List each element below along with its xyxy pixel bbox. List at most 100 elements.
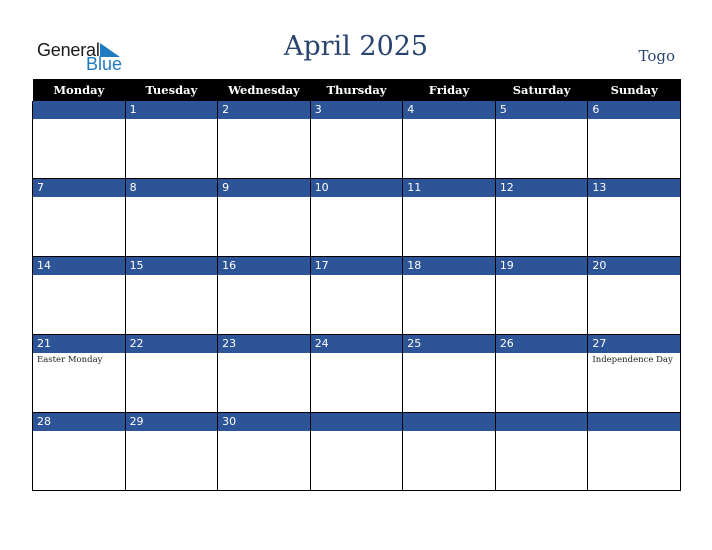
day-cell[interactable]: 8 bbox=[124, 178, 219, 257]
weekday-header: Wednesday bbox=[217, 79, 311, 101]
day-number: 10 bbox=[310, 179, 403, 197]
calendar-grid: Monday Tuesday Wednesday Thursday Friday… bbox=[32, 79, 681, 491]
day-number: 23 bbox=[218, 335, 310, 353]
holiday-label bbox=[496, 119, 588, 121]
day-cell[interactable]: 6 bbox=[587, 101, 681, 179]
calendar-title: April 2025 bbox=[283, 31, 429, 62]
day-number: 3 bbox=[310, 101, 403, 119]
day-number: 9 bbox=[218, 179, 310, 197]
holiday-label: Independence Day bbox=[592, 355, 673, 365]
day-cell[interactable]: 12 bbox=[494, 178, 589, 257]
day-number: 5 bbox=[495, 101, 588, 119]
holiday-label bbox=[588, 431, 680, 433]
day-number: 27 bbox=[588, 335, 680, 353]
weekday-header: Thursday bbox=[310, 79, 403, 101]
day-cell[interactable]: 19 bbox=[494, 256, 589, 335]
day-cell[interactable]: 27 Independence Day bbox=[587, 334, 681, 413]
day-cell[interactable]: 11 bbox=[402, 178, 496, 257]
day-cell[interactable]: 5 bbox=[494, 101, 589, 179]
day-cell[interactable]: 29 bbox=[124, 412, 219, 491]
day-number: 18 bbox=[403, 257, 495, 275]
day-cell[interactable]: 9 bbox=[217, 178, 311, 257]
holiday-label bbox=[126, 353, 218, 355]
day-number: 25 bbox=[403, 335, 495, 353]
week-row: 21 Easter Monday 22 23 24 25 26 27 Independence … bbox=[32, 334, 681, 413]
day-number: 24 bbox=[310, 335, 403, 353]
day-number: 11 bbox=[403, 179, 495, 197]
day-number: 1 bbox=[125, 101, 218, 119]
holiday-label bbox=[311, 119, 403, 121]
day-cell[interactable]: 26 bbox=[494, 334, 589, 413]
day-number: 8 bbox=[125, 179, 218, 197]
day-cell[interactable]: 25 bbox=[402, 334, 496, 413]
holiday-label bbox=[588, 275, 680, 277]
day-cell[interactable] bbox=[494, 412, 589, 491]
day-cell[interactable]: 24 bbox=[309, 334, 404, 413]
day-number: 30 bbox=[218, 413, 310, 431]
day-number: 19 bbox=[495, 257, 588, 275]
day-number: 15 bbox=[125, 257, 218, 275]
day-number: 7 bbox=[33, 179, 125, 197]
holiday-label bbox=[588, 197, 680, 199]
day-number bbox=[588, 413, 680, 431]
day-number: 17 bbox=[310, 257, 403, 275]
day-cell[interactable] bbox=[309, 412, 404, 491]
holiday-label bbox=[218, 119, 310, 121]
day-number bbox=[310, 413, 403, 431]
day-cell[interactable]: 28 bbox=[32, 412, 126, 491]
day-cell[interactable]: 10 bbox=[309, 178, 404, 257]
day-number: 6 bbox=[588, 101, 680, 119]
holiday-label bbox=[126, 119, 218, 121]
day-number: 4 bbox=[403, 101, 495, 119]
day-number: 26 bbox=[495, 335, 588, 353]
day-cell[interactable]: 3 bbox=[309, 101, 404, 179]
day-cell[interactable]: 4 bbox=[402, 101, 496, 179]
holiday-label bbox=[218, 353, 310, 355]
day-number: 28 bbox=[33, 413, 125, 431]
day-cell[interactable] bbox=[402, 412, 496, 491]
holiday-label bbox=[126, 275, 218, 277]
day-cell[interactable]: 30 bbox=[217, 412, 311, 491]
day-number: 21 bbox=[33, 335, 125, 353]
holiday-label bbox=[33, 197, 125, 199]
day-cell[interactable]: 20 bbox=[587, 256, 681, 335]
holiday-label bbox=[588, 119, 680, 121]
day-number: 2 bbox=[218, 101, 310, 119]
day-number: 22 bbox=[125, 335, 218, 353]
weekday-header: Saturday bbox=[495, 79, 588, 101]
holiday-label bbox=[218, 275, 310, 277]
holiday-label bbox=[311, 197, 403, 199]
day-cell[interactable]: 15 bbox=[124, 256, 219, 335]
holiday-label bbox=[496, 353, 588, 355]
day-cell[interactable]: 18 bbox=[402, 256, 496, 335]
holiday-label bbox=[126, 197, 218, 199]
day-cell[interactable]: 23 bbox=[217, 334, 311, 413]
holiday-label bbox=[403, 431, 495, 433]
day-cell[interactable] bbox=[32, 101, 126, 179]
day-cell[interactable]: 2 bbox=[217, 101, 311, 179]
day-cell[interactable]: 21 Easter Monday bbox=[32, 334, 126, 413]
day-cell[interactable]: 13 bbox=[587, 178, 681, 257]
day-number bbox=[33, 101, 125, 119]
holiday-label bbox=[311, 431, 403, 433]
holiday-label bbox=[33, 275, 125, 277]
day-cell[interactable]: 7 bbox=[32, 178, 126, 257]
holiday-label bbox=[403, 353, 495, 355]
day-cell[interactable]: 16 bbox=[217, 256, 311, 335]
weekday-header-row: Monday Tuesday Wednesday Thursday Friday… bbox=[32, 79, 681, 101]
holiday-label: Easter Monday bbox=[37, 355, 103, 365]
day-number: 29 bbox=[125, 413, 218, 431]
holiday-label bbox=[403, 197, 495, 199]
day-cell[interactable]: 14 bbox=[32, 256, 126, 335]
holiday-label bbox=[311, 353, 403, 355]
weekday-header: Monday bbox=[32, 79, 126, 101]
holiday-label bbox=[496, 197, 588, 199]
day-number: 16 bbox=[218, 257, 310, 275]
holiday-label bbox=[496, 275, 588, 277]
day-cell[interactable]: 22 bbox=[124, 334, 219, 413]
day-cell[interactable]: 17 bbox=[309, 256, 404, 335]
day-cell[interactable] bbox=[587, 412, 681, 491]
day-cell[interactable]: 1 bbox=[124, 101, 219, 179]
day-number: 13 bbox=[588, 179, 680, 197]
day-number: 14 bbox=[33, 257, 125, 275]
